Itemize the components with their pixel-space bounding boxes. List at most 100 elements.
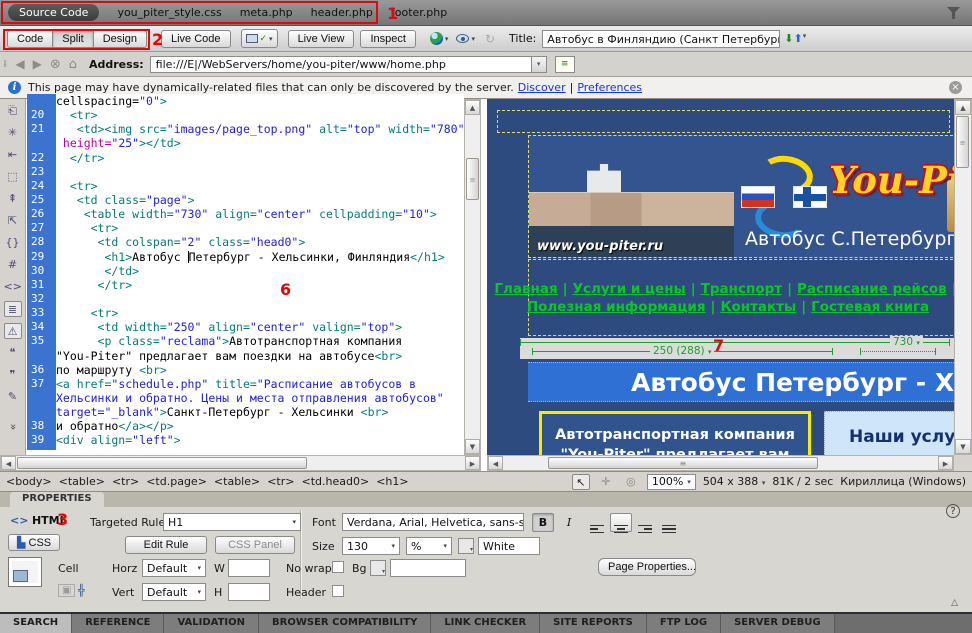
file-management-icon[interactable]: ⬇⬆▾ (784, 32, 806, 45)
close-infobar-icon[interactable]: × (949, 81, 962, 94)
line-number[interactable]: 33 (27, 306, 56, 320)
edit-rule-button[interactable]: Edit Rule (125, 536, 207, 554)
line-number-gutter[interactable]: 2021 2223242526272829303132333435 3637 3… (27, 94, 56, 450)
results-tab-site-reports[interactable]: SITE REPORTS (540, 614, 647, 633)
align-center-button[interactable] (610, 513, 632, 532)
code-line[interactable]: "You-Piter" предлагает вам поездки на ав… (56, 349, 464, 363)
collapse-selection-icon[interactable]: ⬚ (4, 169, 22, 185)
code-hscrollbar-thumb[interactable] (17, 457, 307, 469)
select-parent-tag-icon[interactable]: ⇱ (4, 213, 22, 229)
tag-selector-item[interactable]: <td.page> (146, 475, 207, 488)
italic-button[interactable]: I (558, 513, 580, 532)
remove-comment-icon[interactable]: ❞ (4, 367, 22, 383)
code-line[interactable]: <tr> (56, 306, 464, 320)
code-line[interactable]: <tr> (56, 179, 464, 193)
cell-height-input[interactable] (228, 583, 270, 601)
line-number[interactable]: 30 (27, 264, 56, 278)
line-number[interactable]: 38 (27, 419, 56, 433)
code-line[interactable]: <p class="reclama">Автотранспортная комп… (56, 334, 464, 348)
refresh-design-view-icon[interactable]: ↻ (485, 32, 495, 46)
code-line[interactable]: </tr> (56, 278, 464, 292)
line-number[interactable]: 27 (27, 221, 56, 235)
code-line[interactable]: Хельсинки и обратно. Цены и места отправ… (56, 391, 464, 405)
results-tab-link-checker[interactable]: LINK CHECKER (431, 614, 540, 633)
results-tab-ftp-log[interactable]: FTP LOG (647, 614, 721, 633)
vert-select[interactable]: Default▾ (142, 583, 206, 601)
code-line[interactable]: </tr> (56, 151, 464, 165)
line-number[interactable] (27, 391, 56, 405)
line-number[interactable] (27, 94, 56, 108)
line-number[interactable]: 28 (27, 235, 56, 249)
code-line[interactable]: <div align="left"> (56, 433, 464, 447)
view-button-split[interactable]: Split (52, 30, 93, 48)
address-input[interactable]: file:///E|/WebServers/home/you-piter/www… (150, 56, 532, 73)
line-number[interactable]: 22 (27, 151, 56, 165)
split-cell-icon[interactable]: ╬ (78, 584, 85, 597)
scroll-right-icon[interactable]: ▶ (465, 456, 480, 470)
size-select[interactable]: 130▾ (342, 537, 400, 555)
line-number[interactable]: 24 (27, 179, 56, 193)
scroll-right-icon[interactable]: ▶ (938, 456, 953, 470)
code-line[interactable]: <p>Каждый день многие люди отправляются … (56, 448, 464, 450)
text-color-input[interactable]: White (478, 537, 540, 555)
code-line[interactable]: cellspacing="0"> (56, 94, 464, 108)
tag-selector-item[interactable]: <tr> (112, 475, 139, 488)
balance-braces-icon[interactable]: {} (4, 235, 22, 251)
live-view-button[interactable]: Live View (288, 30, 355, 48)
code-line[interactable]: <td width="250" align="center" valign="t… (56, 320, 464, 334)
line-number[interactable]: 34 (27, 320, 56, 334)
design-hscrollbar-thumb[interactable]: ≡ (548, 457, 818, 469)
apply-comment-icon[interactable]: ❝ (4, 345, 22, 361)
line-number[interactable]: 35 (27, 334, 56, 348)
code-line[interactable]: <tr> (56, 221, 464, 235)
align-right-button[interactable] (634, 513, 656, 532)
back-icon[interactable]: ◀ (15, 57, 24, 71)
stop-icon[interactable]: ⊗ (50, 57, 61, 72)
code-editor[interactable]: cellspacing="0"> <tr> <td><img src="imag… (56, 94, 464, 450)
code-vertical-scrollbar[interactable]: ▲ ≡ ▼ (464, 99, 481, 455)
line-number[interactable]: 25 (27, 193, 56, 207)
code-line[interactable]: <table width="730" align="center" cellpa… (56, 207, 464, 221)
code-scrollbar-thumb[interactable]: ≡ (466, 158, 479, 200)
tag-selector-item[interactable]: <tr> (267, 475, 294, 488)
table-width-bar[interactable]: 730 ▾ 250 (288) ▾ (520, 338, 954, 359)
line-number[interactable] (27, 136, 56, 150)
site-banner[interactable]: You-Piter Автобус С.Петербург-Хельсинки … (528, 135, 954, 258)
code-line[interactable]: <tr> (56, 108, 464, 122)
line-number[interactable] (27, 405, 56, 419)
format-source-icon[interactable]: ✎ (4, 389, 22, 405)
tag-selector-item[interactable]: <table> (214, 475, 260, 488)
site-nav-link[interactable]: Гостевая книга (811, 299, 929, 315)
related-file-tab[interactable]: meta.php (240, 6, 293, 19)
line-number[interactable]: 39 (27, 433, 56, 447)
align-left-button[interactable] (586, 513, 608, 532)
scroll-down-icon[interactable]: ▼ (955, 439, 971, 454)
visual-aids-icon[interactable]: ▾ (452, 29, 479, 48)
scroll-down-icon[interactable]: ▼ (465, 439, 480, 454)
page-properties-button[interactable]: Page Properties... (598, 558, 696, 576)
css-panel-button[interactable]: CSS Panel (215, 536, 295, 554)
site-nav-link[interactable]: Контакты (720, 299, 796, 315)
code-navigator-icon[interactable]: ✳ (4, 125, 22, 141)
results-tab-validation[interactable]: VALIDATION (164, 614, 259, 633)
related-file-tab[interactable]: header.php (311, 6, 373, 19)
design-canvas[interactable]: You-Piter Автобус С.Петербург-Хельсинки … (487, 99, 954, 455)
filter-related-files-icon[interactable] (947, 7, 960, 19)
code-line[interactable]: <td><img src="images/page_top.png" alt="… (56, 122, 464, 136)
inspect-button[interactable]: Inspect (360, 30, 415, 48)
address-dropdown-icon[interactable]: ▾ (532, 56, 547, 73)
code-line[interactable]: <h1>Автобус Петербург - Хельсинки, Финля… (56, 250, 464, 264)
window-size-select[interactable]: 504 x 388 ▾ (703, 475, 766, 488)
code-line[interactable] (56, 292, 464, 306)
line-number[interactable]: 26 (27, 207, 56, 221)
title-input[interactable]: Автобус в Финляндию (Санкт Петербург - Х… (542, 30, 780, 48)
unit-select[interactable]: %▾ (406, 537, 452, 555)
live-code-button[interactable]: Live Code (161, 30, 231, 48)
services-box[interactable]: Наши услуги (824, 411, 954, 455)
cell-width-input[interactable] (228, 559, 270, 577)
related-file-tab[interactable]: you_piter_style.css (117, 6, 221, 19)
site-nav-link[interactable]: Транспорт (701, 281, 782, 297)
site-nav-link[interactable]: Расписание рейсов (797, 281, 947, 297)
select-tool-icon[interactable]: ↖ (572, 474, 590, 490)
discover-link[interactable]: Discover (518, 81, 566, 94)
